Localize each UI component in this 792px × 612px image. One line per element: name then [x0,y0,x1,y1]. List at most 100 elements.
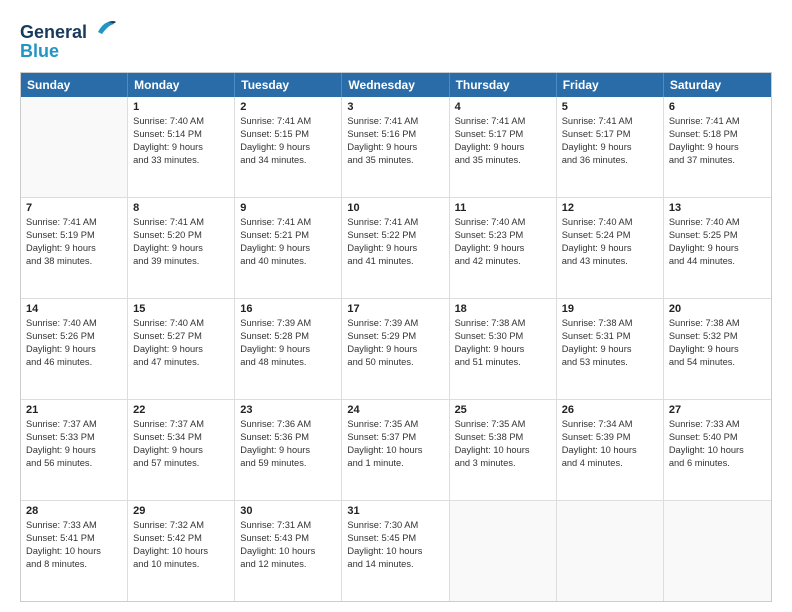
calendar-row-0: 1Sunrise: 7:40 AMSunset: 5:14 PMDaylight… [21,97,771,198]
cell-line: Sunset: 5:28 PM [240,330,336,343]
logo-bird-icon [94,16,116,38]
day-number: 29 [133,505,229,517]
day-number: 10 [347,202,443,214]
calendar-cell: 12Sunrise: 7:40 AMSunset: 5:24 PMDayligh… [557,198,664,298]
cell-line: Daylight: 10 hours [240,545,336,558]
calendar-cell: 24Sunrise: 7:35 AMSunset: 5:37 PMDayligh… [342,400,449,500]
cell-line: Sunrise: 7:35 AM [347,418,443,431]
cell-line: Sunrise: 7:34 AM [562,418,658,431]
calendar-body: 1Sunrise: 7:40 AMSunset: 5:14 PMDaylight… [21,97,771,601]
day-number: 23 [240,404,336,416]
cell-line: Sunrise: 7:33 AM [669,418,766,431]
cell-line: Sunrise: 7:40 AM [669,216,766,229]
calendar-cell: 8Sunrise: 7:41 AMSunset: 5:20 PMDaylight… [128,198,235,298]
day-number: 11 [455,202,551,214]
cell-line: Sunset: 5:45 PM [347,532,443,545]
cell-line: Daylight: 9 hours [347,141,443,154]
cell-line: and 37 minutes. [669,154,766,167]
cell-line: Daylight: 9 hours [240,141,336,154]
calendar-row-4: 28Sunrise: 7:33 AMSunset: 5:41 PMDayligh… [21,501,771,601]
cell-line: Sunset: 5:19 PM [26,229,122,242]
cell-line: Sunset: 5:24 PM [562,229,658,242]
cell-line: Sunset: 5:27 PM [133,330,229,343]
cell-line: and 44 minutes. [669,255,766,268]
cell-line: and 41 minutes. [347,255,443,268]
calendar-cell: 9Sunrise: 7:41 AMSunset: 5:21 PMDaylight… [235,198,342,298]
weekday-header-friday: Friday [557,73,664,97]
calendar-cell: 26Sunrise: 7:34 AMSunset: 5:39 PMDayligh… [557,400,664,500]
day-number: 19 [562,303,658,315]
cell-line: Daylight: 9 hours [26,343,122,356]
calendar-row-3: 21Sunrise: 7:37 AMSunset: 5:33 PMDayligh… [21,400,771,501]
cell-line: and 46 minutes. [26,356,122,369]
cell-line: Sunrise: 7:41 AM [562,115,658,128]
cell-line: Daylight: 9 hours [133,141,229,154]
day-number: 21 [26,404,122,416]
cell-line: Daylight: 9 hours [669,242,766,255]
cell-line: Sunset: 5:22 PM [347,229,443,242]
calendar-cell: 4Sunrise: 7:41 AMSunset: 5:17 PMDaylight… [450,97,557,197]
cell-line: Sunrise: 7:38 AM [455,317,551,330]
cell-line: and 50 minutes. [347,356,443,369]
cell-line: Sunrise: 7:31 AM [240,519,336,532]
weekday-header-tuesday: Tuesday [235,73,342,97]
calendar-cell: 16Sunrise: 7:39 AMSunset: 5:28 PMDayligh… [235,299,342,399]
day-number: 20 [669,303,766,315]
day-number: 6 [669,101,766,113]
cell-line: Sunrise: 7:41 AM [240,115,336,128]
cell-line: Daylight: 9 hours [133,444,229,457]
cell-line: and 10 minutes. [133,558,229,571]
day-number: 24 [347,404,443,416]
calendar-cell: 10Sunrise: 7:41 AMSunset: 5:22 PMDayligh… [342,198,449,298]
cell-line: and 53 minutes. [562,356,658,369]
calendar-cell [21,97,128,197]
day-number: 14 [26,303,122,315]
cell-line: Sunset: 5:30 PM [455,330,551,343]
cell-line: Daylight: 9 hours [26,444,122,457]
weekday-header-thursday: Thursday [450,73,557,97]
cell-line: Daylight: 9 hours [240,242,336,255]
cell-line: Daylight: 10 hours [455,444,551,457]
cell-line: Sunrise: 7:35 AM [455,418,551,431]
cell-line: Sunset: 5:23 PM [455,229,551,242]
day-number: 30 [240,505,336,517]
cell-line: Sunrise: 7:41 AM [669,115,766,128]
header: General Blue [20,16,772,62]
cell-line: and 1 minute. [347,457,443,470]
calendar-cell: 30Sunrise: 7:31 AMSunset: 5:43 PMDayligh… [235,501,342,601]
cell-line: Sunset: 5:29 PM [347,330,443,343]
calendar-header: SundayMondayTuesdayWednesdayThursdayFrid… [21,73,771,97]
cell-line: Daylight: 10 hours [347,444,443,457]
cell-line: Sunrise: 7:41 AM [455,115,551,128]
day-number: 3 [347,101,443,113]
cell-line: and 42 minutes. [455,255,551,268]
cell-line: Sunrise: 7:39 AM [347,317,443,330]
calendar-cell: 17Sunrise: 7:39 AMSunset: 5:29 PMDayligh… [342,299,449,399]
weekday-header-sunday: Sunday [21,73,128,97]
cell-line: Sunset: 5:15 PM [240,128,336,141]
cell-line: and 40 minutes. [240,255,336,268]
cell-line: and 34 minutes. [240,154,336,167]
cell-line: Sunset: 5:16 PM [347,128,443,141]
calendar-cell: 3Sunrise: 7:41 AMSunset: 5:16 PMDaylight… [342,97,449,197]
cell-line: and 35 minutes. [455,154,551,167]
calendar-row-2: 14Sunrise: 7:40 AMSunset: 5:26 PMDayligh… [21,299,771,400]
day-number: 27 [669,404,766,416]
day-number: 4 [455,101,551,113]
cell-line: Daylight: 9 hours [240,343,336,356]
cell-line: and 6 minutes. [669,457,766,470]
day-number: 5 [562,101,658,113]
cell-line: Sunrise: 7:37 AM [133,418,229,431]
cell-line: Sunset: 5:17 PM [455,128,551,141]
cell-line: and 36 minutes. [562,154,658,167]
cell-line: Daylight: 10 hours [562,444,658,457]
calendar-cell: 28Sunrise: 7:33 AMSunset: 5:41 PMDayligh… [21,501,128,601]
cell-line: Sunrise: 7:41 AM [133,216,229,229]
cell-line: Sunrise: 7:40 AM [26,317,122,330]
day-number: 31 [347,505,443,517]
day-number: 2 [240,101,336,113]
day-number: 8 [133,202,229,214]
cell-line: Sunset: 5:17 PM [562,128,658,141]
cell-line: and 33 minutes. [133,154,229,167]
cell-line: Daylight: 10 hours [347,545,443,558]
